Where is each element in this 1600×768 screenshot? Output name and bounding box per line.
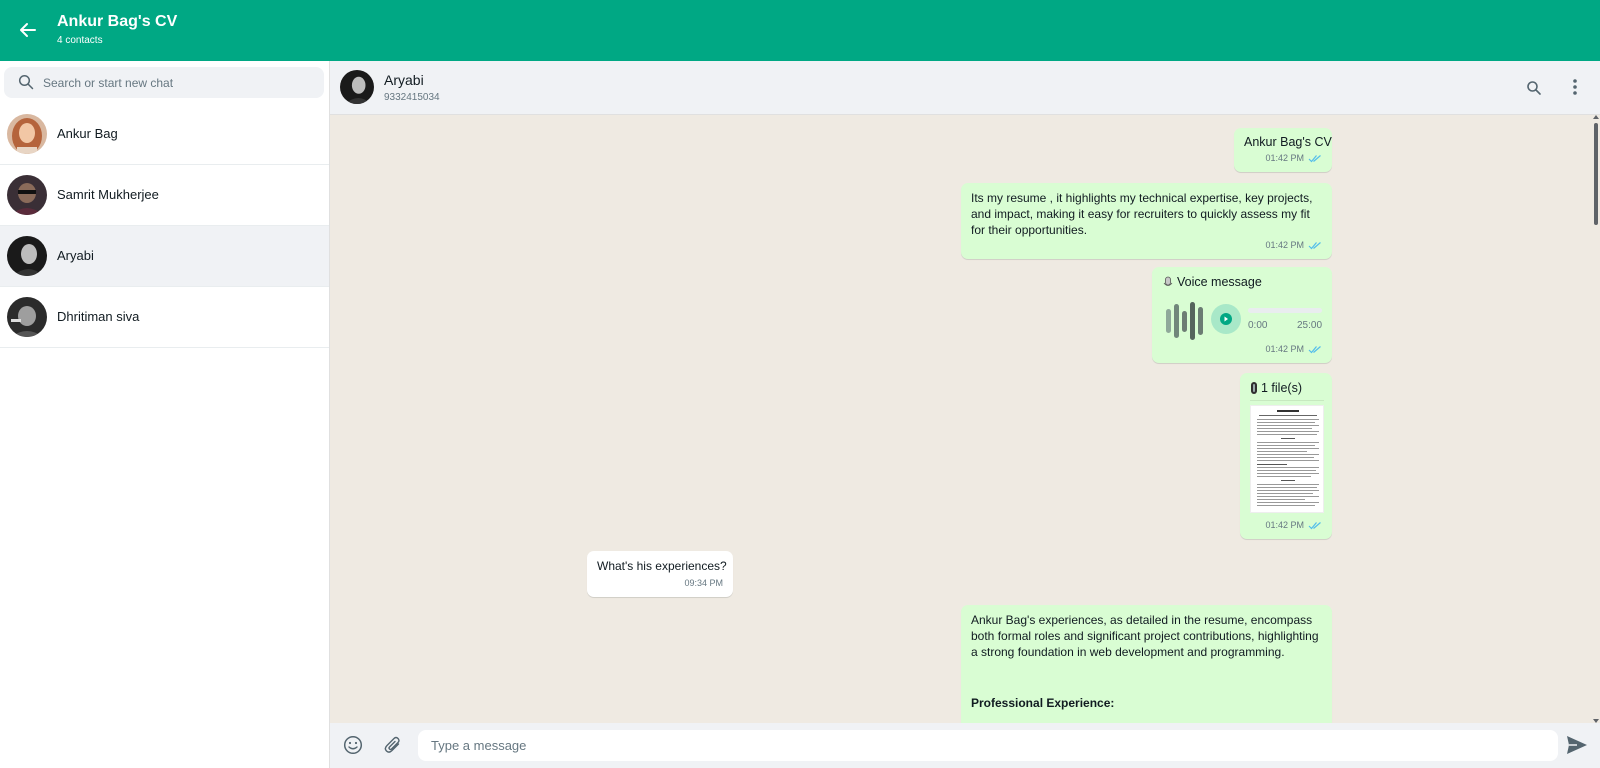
message-time: 09:34 PM [684,578,723,588]
paperclip-icon[interactable] [383,735,403,755]
message-time: 01:42 PM [1265,344,1304,354]
message-time: 01:42 PM [1265,520,1304,530]
search-icon [18,74,34,90]
chat-contact-phone: 9332415034 [384,92,440,103]
message-meta: 01:42 PM [1265,341,1322,357]
kebab-menu-icon[interactable] [1566,77,1584,97]
message-time: 01:42 PM [1265,240,1304,250]
message-meta: 01:42 PM [1265,237,1322,253]
double-check-icon [1308,345,1321,353]
send-icon[interactable] [1566,735,1588,755]
scroll-up-arrow-icon[interactable] [1593,115,1599,119]
message-composer [330,723,1600,768]
chat-contact-name: Aryabi [384,72,424,88]
contact-item-ankur-bag[interactable]: Ankur Bag [0,104,329,165]
chat-header: Aryabi 9332415034 [330,61,1600,115]
contact-name: Samrit Mukherjee [57,187,159,202]
waveform-icon [1166,302,1203,340]
message-meta: 01:42 PM [1265,150,1322,166]
emoji-icon[interactable] [343,735,363,755]
double-check-icon [1308,154,1321,162]
paperclip-icon [1251,382,1257,394]
scrollbar-thumb[interactable] [1594,123,1598,225]
avatar [7,297,47,337]
play-icon [1224,316,1228,322]
contact-avatar[interactable] [340,70,374,104]
message-list[interactable]: Ankur Bag's CV 01:42 PM Its my resume , … [330,115,1600,723]
arrow-left-icon [20,23,36,37]
contact-item-samrit-mukherjee[interactable]: Samrit Mukherjee [0,165,329,226]
search-input[interactable] [43,67,313,98]
message-meta: 09:34 PM [684,575,723,591]
voice-message-bubble: Voice message 0:00 25:00 01:42 PM [1152,267,1332,363]
message-bubble: Its my resume , it highlights my technic… [961,183,1332,259]
back-button[interactable] [14,16,42,44]
audio-progress-bar[interactable] [1248,308,1322,313]
contact-item-aryabi[interactable]: Aryabi [0,226,329,287]
contact-list: Ankur Bag Samrit Mukherjee Aryabi Dhriti… [0,104,329,348]
voice-message-title: Voice message [1162,274,1262,290]
sidebar: Ankur Bag Samrit Mukherjee [0,61,330,768]
message-input[interactable] [418,730,1558,761]
contact-name: Aryabi [57,248,94,263]
contacts-count: 4 contacts [57,35,103,46]
document-thumbnail[interactable] [1250,405,1324,513]
contact-name: Ankur Bag [57,126,118,141]
message-text: Its my resume , it highlights my technic… [971,191,1313,237]
microphone-icon [1163,276,1173,286]
message-text: Ankur Bag's CV [1244,135,1332,149]
contact-item-dhritiman-siva[interactable]: Dhritiman siva [0,287,329,348]
message-bubble: Ankur Bag's experiences, as detailed in … [961,605,1332,723]
message-meta: 01:42 PM [1265,517,1322,533]
double-check-icon [1308,241,1321,249]
app-header: Ankur Bag's CV 4 contacts [0,0,1600,61]
avatar [7,114,47,154]
scrollbar[interactable] [1591,115,1600,723]
file-message-bubble: 1 file(s) 01:42 PM [1240,373,1332,539]
audio-current-time: 0:00 [1248,320,1268,331]
search-icon[interactable] [1525,79,1543,97]
file-message-title: 1 file(s) [1250,380,1302,396]
app-title: Ankur Bag's CV [57,13,178,30]
divider [1250,400,1324,401]
play-button[interactable] [1211,304,1241,334]
search-box [4,67,324,98]
double-check-icon [1308,521,1321,529]
message-bubble: Ankur Bag's CV 01:42 PM [1234,128,1332,172]
message-subheading: Professional Experience: [971,696,1115,710]
avatar [7,236,47,276]
avatar [7,175,47,215]
contact-name: Dhritiman siva [57,309,140,324]
message-text: What's his experiences? [597,559,727,573]
message-time: 01:42 PM [1265,153,1304,163]
audio-duration: 25:00 [1297,320,1323,331]
message-text: Ankur Bag's experiences, as detailed in … [971,613,1319,659]
message-bubble: What's his experiences? 09:34 PM [587,551,733,597]
